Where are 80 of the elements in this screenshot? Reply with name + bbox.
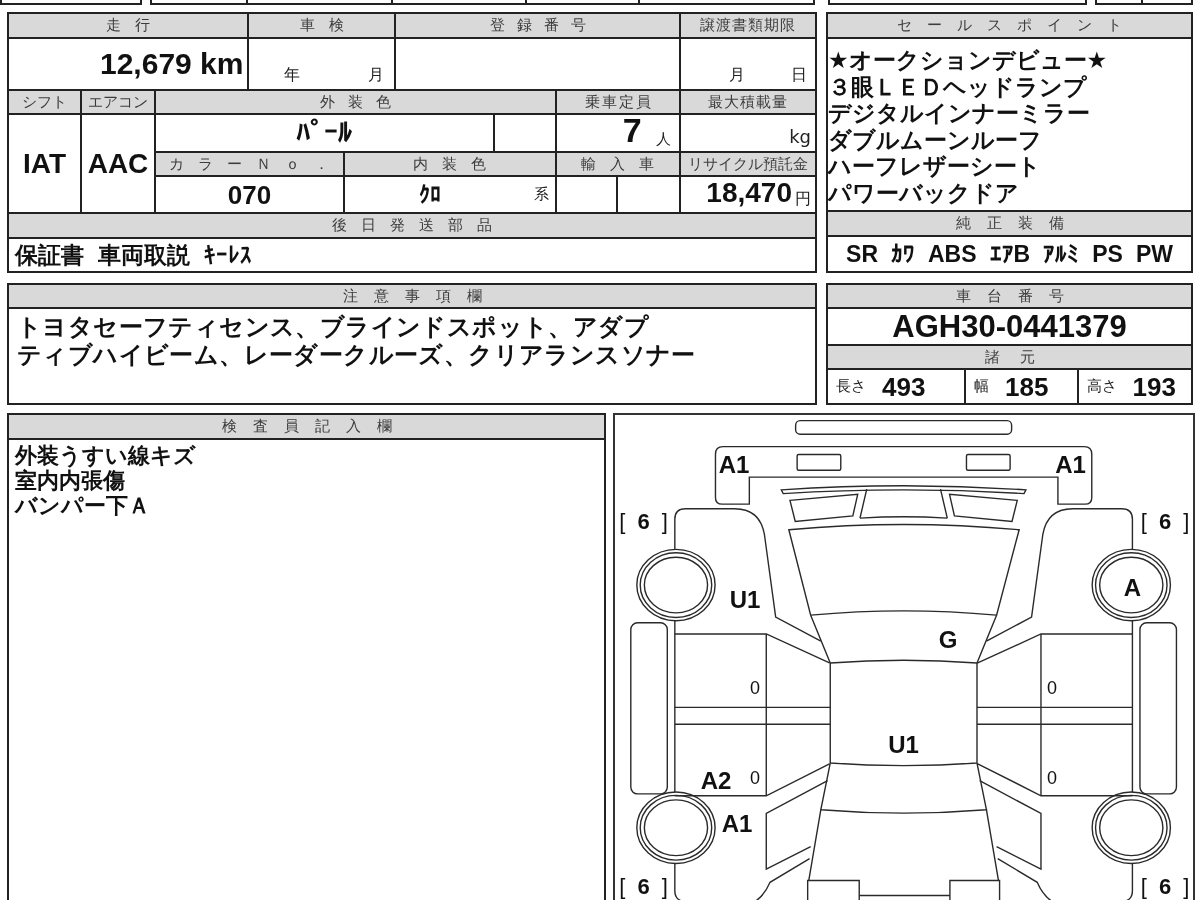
notes-line: ティブハイビーム、レーダークルーズ、クリアランスソナー — [17, 341, 696, 369]
equipment-code: ABS — [928, 242, 977, 266]
currency-label: 円 — [795, 191, 811, 207]
sales-point-text: デジタルインナーミラー — [828, 100, 1090, 127]
unit-label: 人 — [655, 132, 671, 147]
shift-value: IAT — [23, 149, 66, 178]
inspector-note: バンパー下Ａ — [15, 493, 150, 518]
section-heading: 検査員記入欄 — [9, 415, 604, 438]
equipment-code: ｱﾙﾐ — [1043, 242, 1080, 266]
damage-code: A1 — [1055, 452, 1086, 477]
field-heading: 最大積載量 — [680, 91, 815, 113]
damage-code: A1 — [718, 452, 750, 477]
equipment-code: PW — [1135, 242, 1173, 266]
sales-point-text: ハーフレザーシート — [828, 153, 1041, 180]
tire-tread-code: [ 6 ] — [619, 511, 668, 533]
section-heading: 後日発送部品 — [9, 214, 815, 237]
seating-value: 7 — [622, 113, 642, 147]
section-heading: 車台番号 — [828, 285, 1191, 307]
spec-value: 493 — [882, 373, 926, 400]
month-label: 月 — [729, 67, 745, 83]
document-item: ｷｰﾚｽ — [204, 243, 252, 267]
aircon-value: AAC — [87, 149, 149, 178]
damage-code: A2 — [700, 769, 732, 793]
door-code: 0 — [750, 769, 760, 787]
color-number: 070 — [227, 181, 272, 208]
door-code: 0 — [1047, 769, 1057, 787]
damage-code: U1 — [888, 732, 919, 757]
chassis-number: AGH30-0441379 — [892, 311, 1127, 342]
section-heading: 純正装備 — [828, 212, 1191, 235]
field-heading: 走行 — [9, 14, 248, 37]
document-item: 車両取説 — [98, 243, 190, 267]
spec-value: 185 — [1004, 373, 1049, 400]
mileage-value: 12,679 km — [100, 49, 244, 79]
spec-value: 193 — [1132, 373, 1176, 400]
section-heading: 諸元 — [828, 346, 1191, 368]
tire-tread-code: [ 6 ] — [1140, 511, 1190, 533]
field-heading: シフト — [9, 91, 80, 113]
inspector-note: 外装うすい線キズ — [15, 443, 196, 468]
unit-label: kg — [789, 128, 811, 146]
damage-code: A — [1123, 576, 1142, 600]
month-label: 月 — [367, 67, 384, 83]
notes-line: トヨタセーフティセンス、ブラインドスポット、アダプ — [17, 313, 649, 341]
damage-code: U1 — [729, 587, 761, 612]
field-heading: 内装色 — [344, 153, 556, 175]
document-item: 保証書 — [15, 243, 84, 267]
sales-point-text: ダブルムーンルーフ — [828, 126, 1042, 153]
year-label: 年 — [283, 67, 300, 83]
field-heading: 輸入車 — [557, 153, 679, 175]
tire-tread-code: [ 6 ] — [1140, 876, 1190, 898]
series-label: 系 — [534, 187, 550, 202]
field-heading: リサイクル預託金 — [680, 153, 815, 175]
equipment-code: ｴｱB — [989, 242, 1031, 266]
inspector-note: 室内内張傷 — [15, 468, 125, 493]
interior-color-value: ｸﾛ — [418, 183, 441, 206]
equipment-code: ｶﾜ — [891, 242, 915, 266]
field-heading: 車検 — [249, 14, 395, 37]
equipment-code: SR — [846, 242, 878, 266]
field-heading: 譲渡書類期限 — [680, 14, 815, 37]
spec-label: 高さ — [1086, 379, 1117, 394]
damage-code: G — [938, 628, 958, 652]
field-heading: 外装色 — [156, 91, 556, 113]
sales-point-text: ★オークションデビュー★ — [828, 47, 1108, 74]
door-code: 0 — [750, 678, 760, 697]
damage-code: A1 — [721, 811, 753, 836]
sales-point-text: ３眼ＬＥＤヘッドランプ — [828, 73, 1087, 100]
spec-label: 幅 — [973, 379, 989, 394]
field-heading: 乗車定員 — [557, 91, 679, 113]
section-heading: 注意事項欄 — [9, 285, 815, 307]
door-code: 0 — [1047, 678, 1057, 697]
section-heading: セールスポイント — [828, 14, 1191, 37]
exterior-color-value: ﾊﾟｰﾙ — [296, 119, 353, 147]
sales-point-text: パワーバックドア — [828, 179, 1019, 206]
spec-label: 長さ — [836, 379, 866, 394]
equipment-code: PS — [1092, 242, 1123, 266]
tire-tread-code: [ 6 ] — [619, 876, 668, 898]
day-label: 日 — [791, 67, 807, 83]
field-heading: エアコン — [82, 91, 154, 113]
field-heading: 登録番号 — [396, 14, 679, 37]
recycle-fee-value: 18,470 — [706, 179, 792, 207]
field-heading: カラーＮｏ． — [156, 153, 343, 175]
